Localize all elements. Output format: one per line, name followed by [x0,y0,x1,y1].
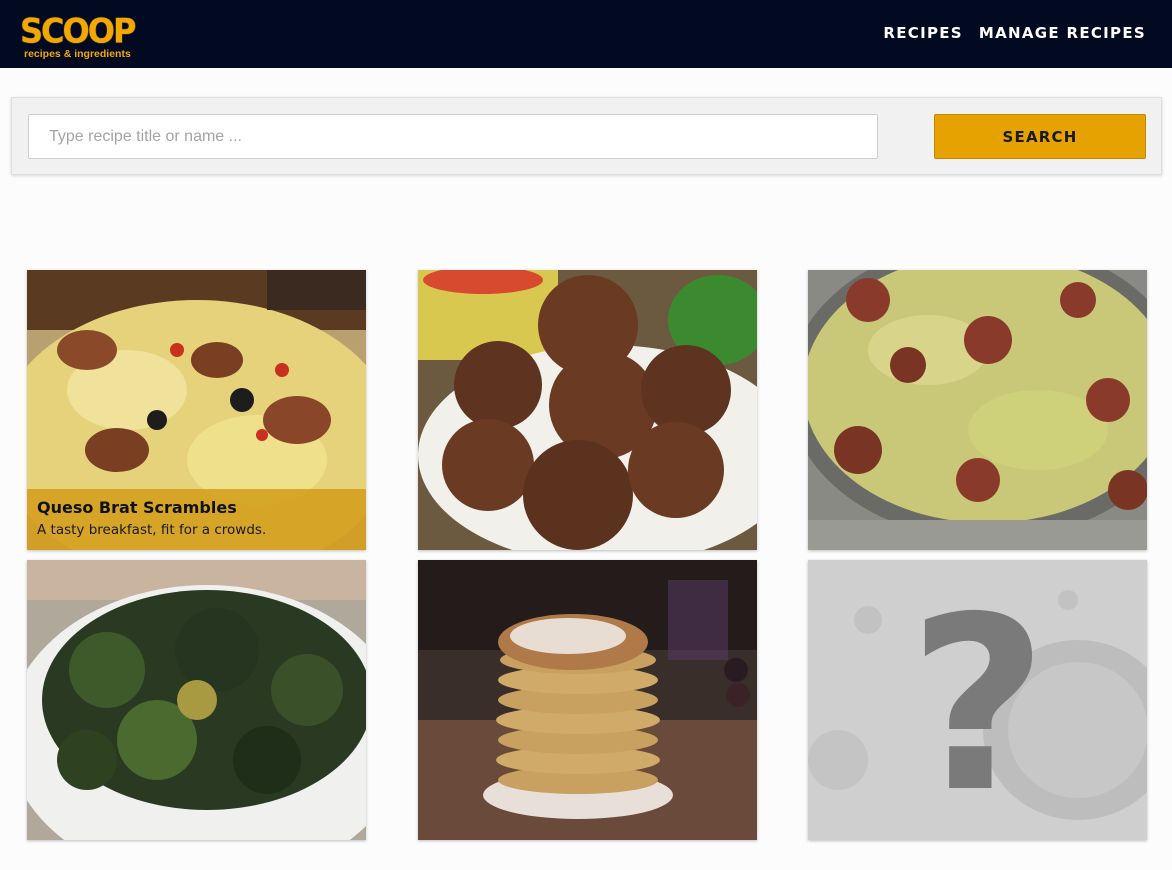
recipe-card-brussels-sprouts[interactable] [27,560,366,840]
recipe-card-queso-brat-scrambles[interactable]: Queso Brat Scrambles A tasty breakfast, … [27,270,366,550]
recipe-caption: Queso Brat Scrambles A tasty breakfast, … [27,489,366,550]
recipe-title: Queso Brat Scrambles [37,498,237,517]
logo-tagline: recipes & ingredients [24,48,131,60]
recipe-card-cabbage-skillet[interactable] [808,270,1147,550]
recipe-card-pancakes[interactable] [418,560,757,840]
nav-link-recipes[interactable]: RECIPES [883,24,963,42]
search-button[interactable]: SEARCH [934,114,1146,159]
svg-text:?: ? [908,565,1047,840]
roasted-brussels-sprouts-photo [27,560,366,840]
logo-wordmark: SCOOP [20,11,136,51]
nav-link-manage-recipes[interactable]: MANAGE RECIPES [979,24,1146,42]
search-panel: SEARCH [11,97,1162,175]
recipe-description: A tasty breakfast, fit for a crowds. [37,522,267,538]
meatballs-photo [418,270,757,550]
recipe-card-meatballs[interactable] [418,270,757,550]
question-mark-placeholder-icon: ? [808,560,1147,840]
cabbage-sausage-skillet-photo [808,270,1147,550]
pancake-stack-photo [418,560,757,840]
recipe-search-input[interactable] [28,114,878,159]
recipe-card-placeholder[interactable]: ? [808,560,1147,840]
main-nav: RECIPES MANAGE RECIPES [883,24,1146,42]
top-navbar: SCOOP recipes & ingredients RECIPES MANA… [0,0,1172,68]
scoop-logo[interactable]: SCOOP recipes & ingredients [20,11,150,62]
